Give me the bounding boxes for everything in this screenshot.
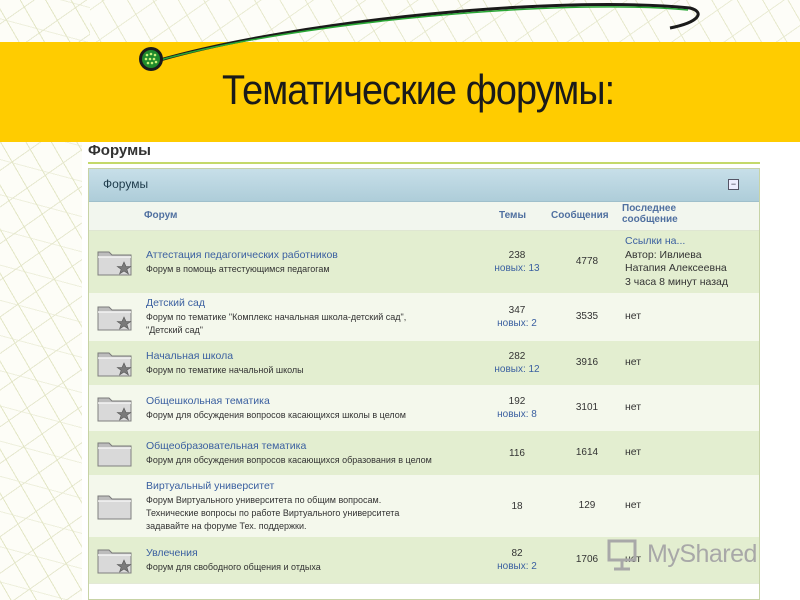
table-row[interactable]: Детский сад Форум по тематике "Комплекс н… (89, 293, 759, 342)
table-row[interactable]: Начальная школа Форум по тематике начальн… (89, 341, 759, 386)
posts-count: 3535 (575, 311, 599, 322)
last-post: нет (625, 356, 641, 370)
last-post-text: нет (625, 401, 642, 413)
forum-folder-icon (97, 549, 132, 574)
table-row[interactable]: Аттестация педагогических работников Фору… (89, 231, 759, 294)
column-header-posts[interactable]: Сообщения (551, 210, 609, 221)
forum-folder-icon (97, 495, 132, 520)
posts-count: 1614 (575, 447, 599, 458)
forum-description: Форум в помощь аттестующимся педагогам (146, 264, 330, 274)
last-post-text: нет (625, 446, 642, 458)
last-post: нет (625, 310, 641, 324)
last-post: нет (625, 401, 641, 415)
forum-description: Форум для свободного общения и отдыха (146, 562, 321, 572)
topics-count: 347 новых: 2 (487, 304, 547, 330)
topics-total: 282 (508, 351, 526, 362)
forum-folder-icon (97, 352, 132, 377)
table-row[interactable]: Общешкольная тематика Форум для обсуждени… (89, 385, 759, 432)
topics-total: 192 (508, 396, 526, 407)
topics-count: 282 новых: 12 (487, 350, 547, 376)
forum-description: Форум Виртуального университета по общим… (146, 495, 400, 531)
collapse-icon[interactable]: − (728, 179, 739, 190)
forum-title-link[interactable]: Начальная школа (146, 350, 233, 362)
last-post: нет (625, 499, 641, 513)
last-post: нет (625, 446, 641, 460)
last-post[interactable]: Ссылки на... Автор: Ивлиева Натапия Алексе… (625, 235, 728, 289)
last-post-text: Автор: Ивлиева (625, 248, 702, 261)
new-topics-link[interactable]: новых: 8 (497, 409, 537, 420)
last-post-text: 3 часа 8 минут назад (625, 275, 728, 288)
posts-count: 3101 (575, 402, 599, 413)
posts-count: 4778 (575, 256, 599, 267)
table-row[interactable]: Виртуальный университет Форум Виртуальног… (89, 475, 759, 538)
category-header[interactable]: Форумы − (89, 169, 759, 202)
watermark: MyShared (605, 538, 775, 572)
posts-count: 129 (578, 500, 596, 511)
topics-total: 82 (511, 548, 523, 559)
new-topics-link[interactable]: новых: 12 (494, 364, 539, 375)
new-topics-link[interactable]: новых: 2 (497, 561, 537, 572)
forum-folder-icon (97, 251, 132, 276)
topics-total: 116 (509, 448, 525, 459)
slide: Тематические форумы: Форумы Форумы − Фор… (0, 0, 800, 600)
presentation-icon (607, 539, 637, 571)
forum-folder-icon (97, 306, 132, 331)
topics-total: 18 (511, 501, 523, 512)
forum-folder-icon (97, 442, 132, 467)
table-row[interactable]: Общеобразовательная тематика Форум для об… (89, 431, 759, 476)
forum-title-link[interactable]: Общешкольная тематика (146, 395, 270, 407)
topics-count: 82 новых: 2 (487, 547, 547, 573)
topics-total: 238 (508, 250, 526, 261)
last-post-text: нет (625, 356, 642, 368)
bullet-ball-icon (139, 47, 163, 71)
forum-title-link[interactable]: Детский сад (146, 297, 205, 309)
forum-description: Форум для обсуждения вопросов касающихся… (146, 455, 432, 465)
column-header-last-post[interactable]: Последнее сообщение (622, 203, 678, 225)
column-header-topics[interactable]: Темы (499, 210, 526, 221)
posts-count: 3916 (575, 357, 599, 368)
forum-title-link[interactable]: Аттестация педагогических работников (146, 249, 338, 261)
topics-count: 192 новых: 8 (487, 395, 547, 421)
forum-folder-icon (97, 397, 132, 422)
last-post-link[interactable]: Ссылки на... (625, 235, 685, 247)
topics-count: 18 (487, 500, 547, 513)
forum-table: Форумы − Форум Темы Сообщения Последнее … (88, 168, 760, 600)
last-post-text: нет (625, 499, 642, 511)
forum-screenshot: Форумы Форумы − Форум Темы Сообщения Пос… (82, 142, 760, 600)
column-header-row: Форум Темы Сообщения Последнее сообщение (89, 202, 759, 231)
category-title: Форумы (103, 177, 149, 191)
new-topics-link[interactable]: новых: 2 (497, 318, 537, 329)
section-divider (88, 162, 760, 164)
last-post-text: Натапия Алексеевна (625, 262, 727, 274)
section-heading: Форумы (88, 142, 151, 159)
forum-title-link[interactable]: Виртуальный университет (146, 480, 274, 492)
column-header-forum[interactable]: Форум (144, 210, 177, 221)
slide-title: Тематические форумы: (222, 66, 615, 113)
topics-count: 116 (487, 447, 547, 460)
column-header-last-line1: Последнее (622, 203, 677, 214)
forum-description: Форум по тематике начальной школы (146, 365, 304, 375)
forum-description: Форум для обсуждения вопросов касающихся… (146, 410, 406, 420)
forum-description: Форум по тематике "Комплекс начальная шк… (146, 312, 407, 335)
new-topics-link[interactable]: новых: 13 (494, 263, 539, 274)
forum-title-link[interactable]: Общеобразовательная тематика (146, 440, 306, 452)
last-post-text: нет (625, 310, 642, 322)
watermark-text: MyShared (647, 540, 757, 568)
forum-title-link[interactable]: Увлечения (146, 547, 198, 559)
column-header-last-line2: сообщение (622, 214, 678, 225)
topics-total: 347 (508, 305, 526, 316)
topics-count: 238 новых: 13 (487, 249, 547, 275)
